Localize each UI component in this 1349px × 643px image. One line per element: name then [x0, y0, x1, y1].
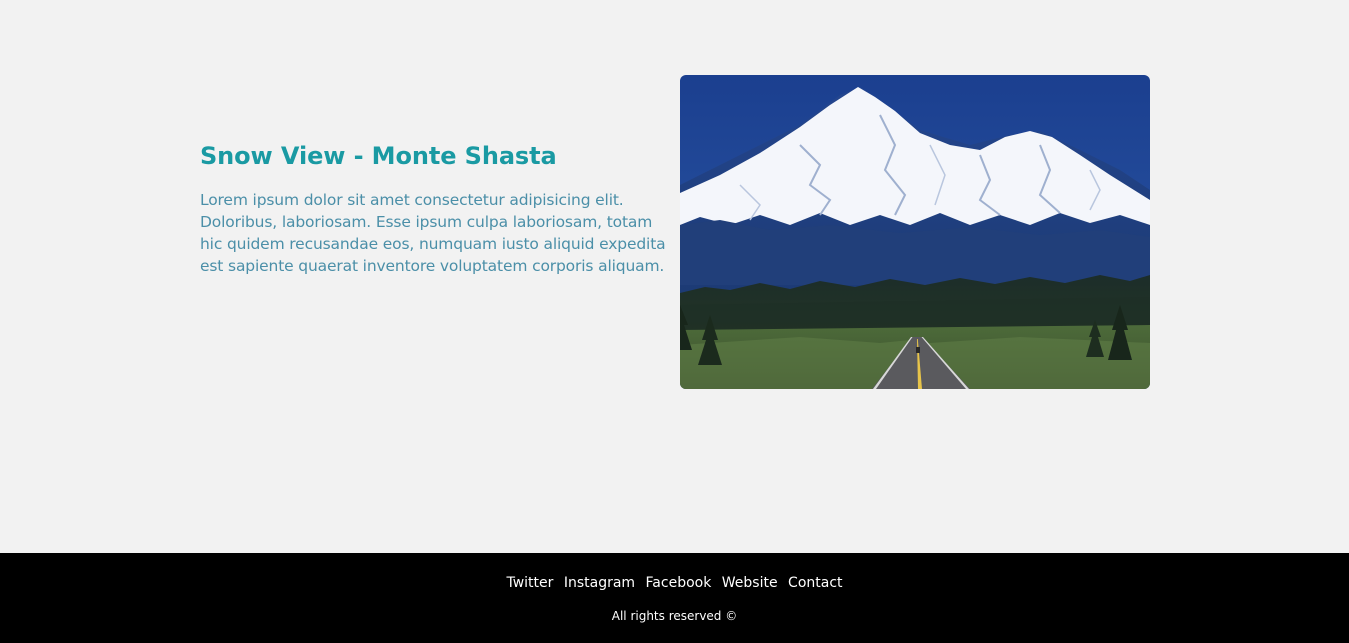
copyright-text: All rights reserved © [611, 609, 738, 623]
page-title: Snow View - Monte Shasta [200, 142, 557, 170]
mountain-image [680, 75, 1150, 389]
footer-link-contact[interactable]: Contact [788, 575, 842, 591]
description-text: Lorem ipsum dolor sit amet consectetur a… [200, 191, 666, 275]
footer-link-website[interactable]: Website [722, 575, 778, 591]
footer-nav: Twitter Instagram Facebook Website Conta… [0, 573, 1349, 593]
footer-link-twitter[interactable]: Twitter [506, 575, 553, 591]
footer-link-instagram[interactable]: Instagram [564, 575, 635, 591]
content-text: Snow View - Monte Shasta Lorem ipsum dol… [200, 140, 670, 277]
footer: Twitter Instagram Facebook Website Conta… [0, 553, 1349, 643]
main-section: Snow View - Monte Shasta Lorem ipsum dol… [0, 0, 1349, 553]
footer-link-facebook[interactable]: Facebook [646, 575, 712, 591]
